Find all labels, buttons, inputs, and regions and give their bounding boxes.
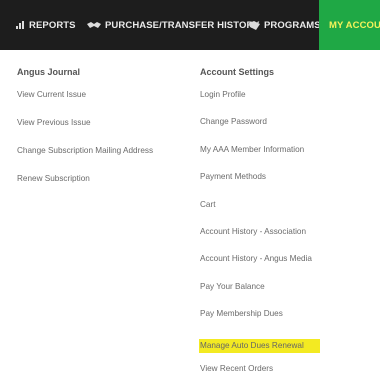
view-previous-issue-link[interactable]: View Previous Issue — [17, 116, 192, 130]
top-navbar: REPORTS PURCHASE/TRANSFER HISTORY PROGRA… — [0, 0, 380, 50]
view-current-issue-link[interactable]: View Current Issue — [17, 88, 192, 102]
change-mailing-address-link[interactable]: Change Subscription Mailing Address — [17, 144, 192, 158]
bar-chart-icon — [16, 21, 25, 29]
highlight-row: Manage Auto Dues Renewal — [199, 335, 375, 353]
nav-programs-label: PROGRAMS — [264, 19, 321, 31]
view-recent-orders-link[interactable]: View Recent Orders — [200, 362, 375, 376]
account-settings-heading: Account Settings — [200, 67, 275, 77]
nav-reports[interactable]: REPORTS — [0, 0, 76, 50]
angus-journal-heading: Angus Journal — [17, 67, 81, 77]
manage-auto-dues-renewal-link[interactable]: Manage Auto Dues Renewal — [199, 338, 320, 353]
payment-methods-link[interactable]: Payment Methods — [200, 170, 375, 184]
angus-journal-section: Angus Journal View Current Issue View Pr… — [17, 66, 192, 200]
member-information-link[interactable]: My AAA Member Information — [200, 143, 375, 157]
nav-programs[interactable]: PROGRAMS — [235, 0, 321, 50]
nav-account-label: MY ACCOUNT — [329, 19, 380, 31]
account-history-association-link[interactable]: Account History - Association — [200, 225, 375, 239]
account-history-angus-media-link[interactable]: Account History - Angus Media — [200, 252, 375, 266]
nav-reports-label: REPORTS — [29, 19, 76, 31]
login-profile-link[interactable]: Login Profile — [200, 88, 375, 102]
change-password-link[interactable]: Change Password — [200, 115, 375, 129]
pay-your-balance-link[interactable]: Pay Your Balance — [200, 280, 375, 294]
nav-my-account[interactable]: MY ACCOUNT — [319, 0, 380, 50]
nav-purchase-history[interactable]: PURCHASE/TRANSFER HISTORY — [73, 0, 259, 50]
cart-link[interactable]: Cart — [200, 198, 375, 212]
tag-icon — [249, 20, 260, 30]
account-settings-section: Account Settings Login Profile Change Pa… — [199, 66, 375, 389]
handshake-icon — [87, 21, 101, 29]
renew-subscription-link[interactable]: Renew Subscription — [17, 172, 192, 186]
pay-membership-dues-link[interactable]: Pay Membership Dues — [200, 307, 375, 321]
